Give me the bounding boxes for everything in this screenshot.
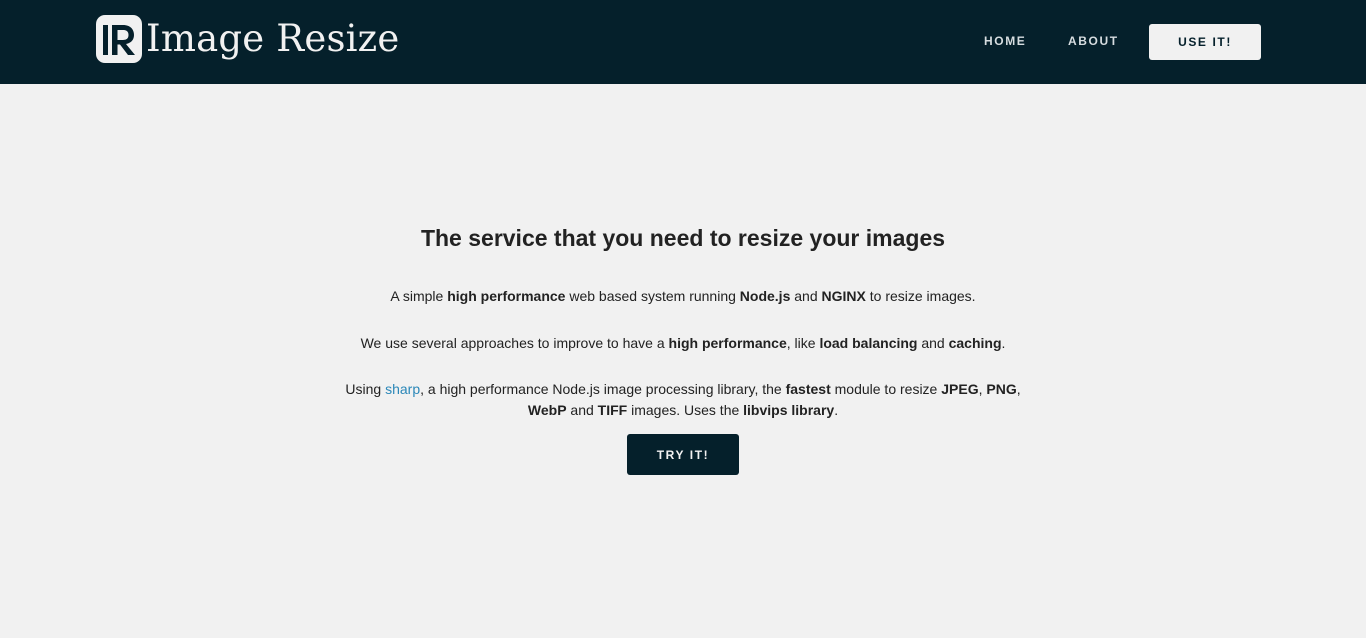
bold-nodejs: Node.js (739, 288, 791, 304)
bold-fastest: fastest (785, 381, 831, 397)
text-span: A simple (390, 288, 448, 304)
bold-high-performance: high performance (447, 288, 566, 304)
approaches-paragraph: We use several approaches to improve to … (333, 333, 1033, 354)
sharp-link[interactable]: sharp (385, 381, 420, 397)
bold-load-balancing: load balancing (819, 335, 918, 351)
text-span: . (1001, 335, 1006, 351)
text-span: , (1016, 381, 1021, 397)
text-span: and (566, 402, 598, 418)
text-span: module to resize (830, 381, 942, 397)
nav-about-link[interactable]: ABOUT (1068, 34, 1119, 48)
bold-caching: caching (948, 335, 1002, 351)
ir-logo-icon (96, 15, 142, 63)
bold-tiff: TIFF (597, 402, 628, 418)
text-span: , like (786, 335, 820, 351)
text-span: and (917, 335, 949, 351)
text-span: and (790, 288, 822, 304)
navbar: Image Resize HOME ABOUT USE IT! (0, 0, 1366, 84)
text-span: . (834, 402, 839, 418)
brand-home-link[interactable]: Image Resize (96, 15, 399, 63)
text-span: , a high performance Node.js image proce… (420, 381, 786, 397)
text-span: to resize images. (865, 288, 976, 304)
bold-png: PNG (986, 381, 1017, 397)
page-headline: The service that you need to resize your… (420, 225, 946, 251)
bold-nginx: NGINX (821, 288, 866, 304)
bold-jpeg: JPEG (941, 381, 979, 397)
text-span: images. Uses the (627, 402, 744, 418)
bold-webp: WebP (527, 402, 567, 418)
text-span: web based system running (565, 288, 740, 304)
use-it-button[interactable]: USE IT! (1149, 24, 1261, 60)
sharp-paragraph: Using sharp, a high performance Node.js … (333, 379, 1033, 421)
try-it-button[interactable]: TRY IT! (627, 434, 739, 475)
intro-paragraph: A simple high performance web based syst… (333, 286, 1033, 307)
text-span: We use several approaches to improve to … (360, 335, 669, 351)
bold-high-performance: high performance (668, 335, 787, 351)
brand-name: Image Resize (146, 17, 400, 60)
nav-home-link[interactable]: HOME (984, 34, 1026, 48)
text-span: Using (345, 381, 386, 397)
bold-libvips-library: libvips library (743, 402, 835, 418)
